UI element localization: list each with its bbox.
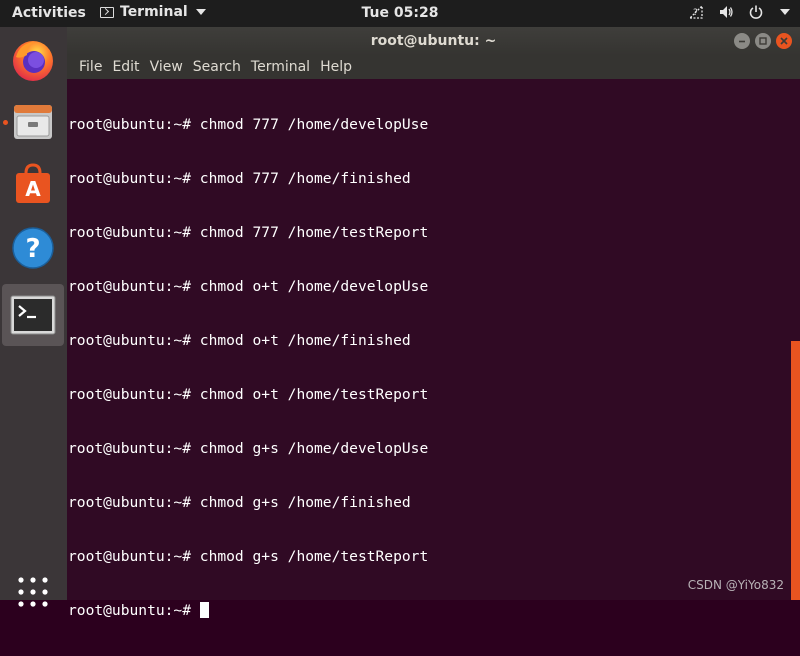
volume-icon[interactable] xyxy=(718,4,734,20)
dock-item-software[interactable]: A xyxy=(6,157,60,211)
chevron-down-icon xyxy=(195,9,206,15)
scrollbar[interactable] xyxy=(791,79,800,600)
terminal-small-icon xyxy=(100,6,114,18)
network-icon[interactable]: ? xyxy=(688,4,704,20)
chevron-down-icon[interactable] xyxy=(780,9,790,15)
terminal-icon xyxy=(10,295,56,335)
terminal-line: root@ubuntu:~# chmod 777 /home/finished xyxy=(68,170,411,187)
terminal-prompt-line[interactable]: root@ubuntu:~# xyxy=(68,602,428,620)
close-icon xyxy=(780,37,788,45)
dock-item-terminal[interactable] xyxy=(2,284,64,346)
terminal-output[interactable]: root@ubuntu:~# chmod 777 /home/developUs… xyxy=(67,79,800,619)
menu-bar: File Edit View Search Terminal Help xyxy=(67,55,800,79)
window-title: root@ubuntu: ~ xyxy=(370,33,497,49)
menu-edit[interactable]: Edit xyxy=(107,59,144,75)
power-icon[interactable] xyxy=(748,4,764,20)
svg-text:?: ? xyxy=(25,234,40,264)
terminal-window: root@ubuntu: ~ File Edit View Search Ter… xyxy=(67,27,800,619)
firefox-icon xyxy=(13,41,53,81)
maximize-button[interactable] xyxy=(755,33,771,49)
maximize-icon xyxy=(759,37,767,45)
dock-item-files[interactable] xyxy=(6,95,60,149)
menu-view[interactable]: View xyxy=(145,59,188,75)
clock[interactable]: Tue 05:28 xyxy=(362,5,439,21)
dock-item-firefox[interactable] xyxy=(6,33,60,87)
terminal-line: root@ubuntu:~# chmod g+s /home/finished xyxy=(68,494,411,511)
menu-terminal[interactable]: Terminal xyxy=(246,59,315,75)
text-cursor xyxy=(199,602,209,618)
minimize-button[interactable] xyxy=(734,33,750,49)
menu-search[interactable]: Search xyxy=(188,59,246,75)
menu-file[interactable]: File xyxy=(74,59,107,75)
title-bar[interactable]: root@ubuntu: ~ xyxy=(67,27,800,55)
minimize-icon xyxy=(739,40,745,43)
system-tray[interactable]: ? xyxy=(688,4,790,20)
terminal-line: root@ubuntu:~# chmod o+t /home/finished xyxy=(68,332,411,349)
terminal-line: root@ubuntu:~# chmod g+s /home/testRepor… xyxy=(68,548,429,565)
terminal-line: root@ubuntu:~# chmod 777 /home/developUs… xyxy=(68,116,429,133)
window-controls xyxy=(734,33,792,49)
svg-text:A: A xyxy=(25,177,41,201)
terminal-prompt: root@ubuntu:~# xyxy=(68,602,200,619)
watermark: CSDN @YiYo832 xyxy=(687,578,784,592)
terminal-line: root@ubuntu:~# chmod o+t /home/testRepor… xyxy=(68,386,429,403)
close-button[interactable] xyxy=(776,33,792,49)
top-bar: Activities Terminal Tue 05:28 ? xyxy=(0,0,800,27)
terminal-text: root@ubuntu:~# chmod 777 /home/developUs… xyxy=(68,80,428,656)
show-applications-button[interactable] xyxy=(6,565,60,619)
scrollbar-thumb[interactable] xyxy=(791,341,800,600)
app-menu-label: Terminal xyxy=(120,4,188,20)
dock: A ? xyxy=(0,27,67,607)
menu-help[interactable]: Help xyxy=(315,59,357,75)
help-icon: ? xyxy=(12,227,54,269)
activities-button[interactable]: Activities xyxy=(12,5,86,21)
svg-text:?: ? xyxy=(693,8,698,18)
app-menu[interactable]: Terminal xyxy=(100,4,206,20)
software-icon: A xyxy=(16,163,50,203)
app-grid-icon xyxy=(18,577,48,607)
terminal-line: root@ubuntu:~# chmod o+t /home/developUs… xyxy=(68,278,429,295)
terminal-line: root@ubuntu:~# chmod 777 /home/testRepor… xyxy=(68,224,429,241)
files-icon xyxy=(14,105,52,139)
dock-item-help[interactable]: ? xyxy=(6,221,60,275)
terminal-line: root@ubuntu:~# chmod g+s /home/developUs… xyxy=(68,440,429,457)
